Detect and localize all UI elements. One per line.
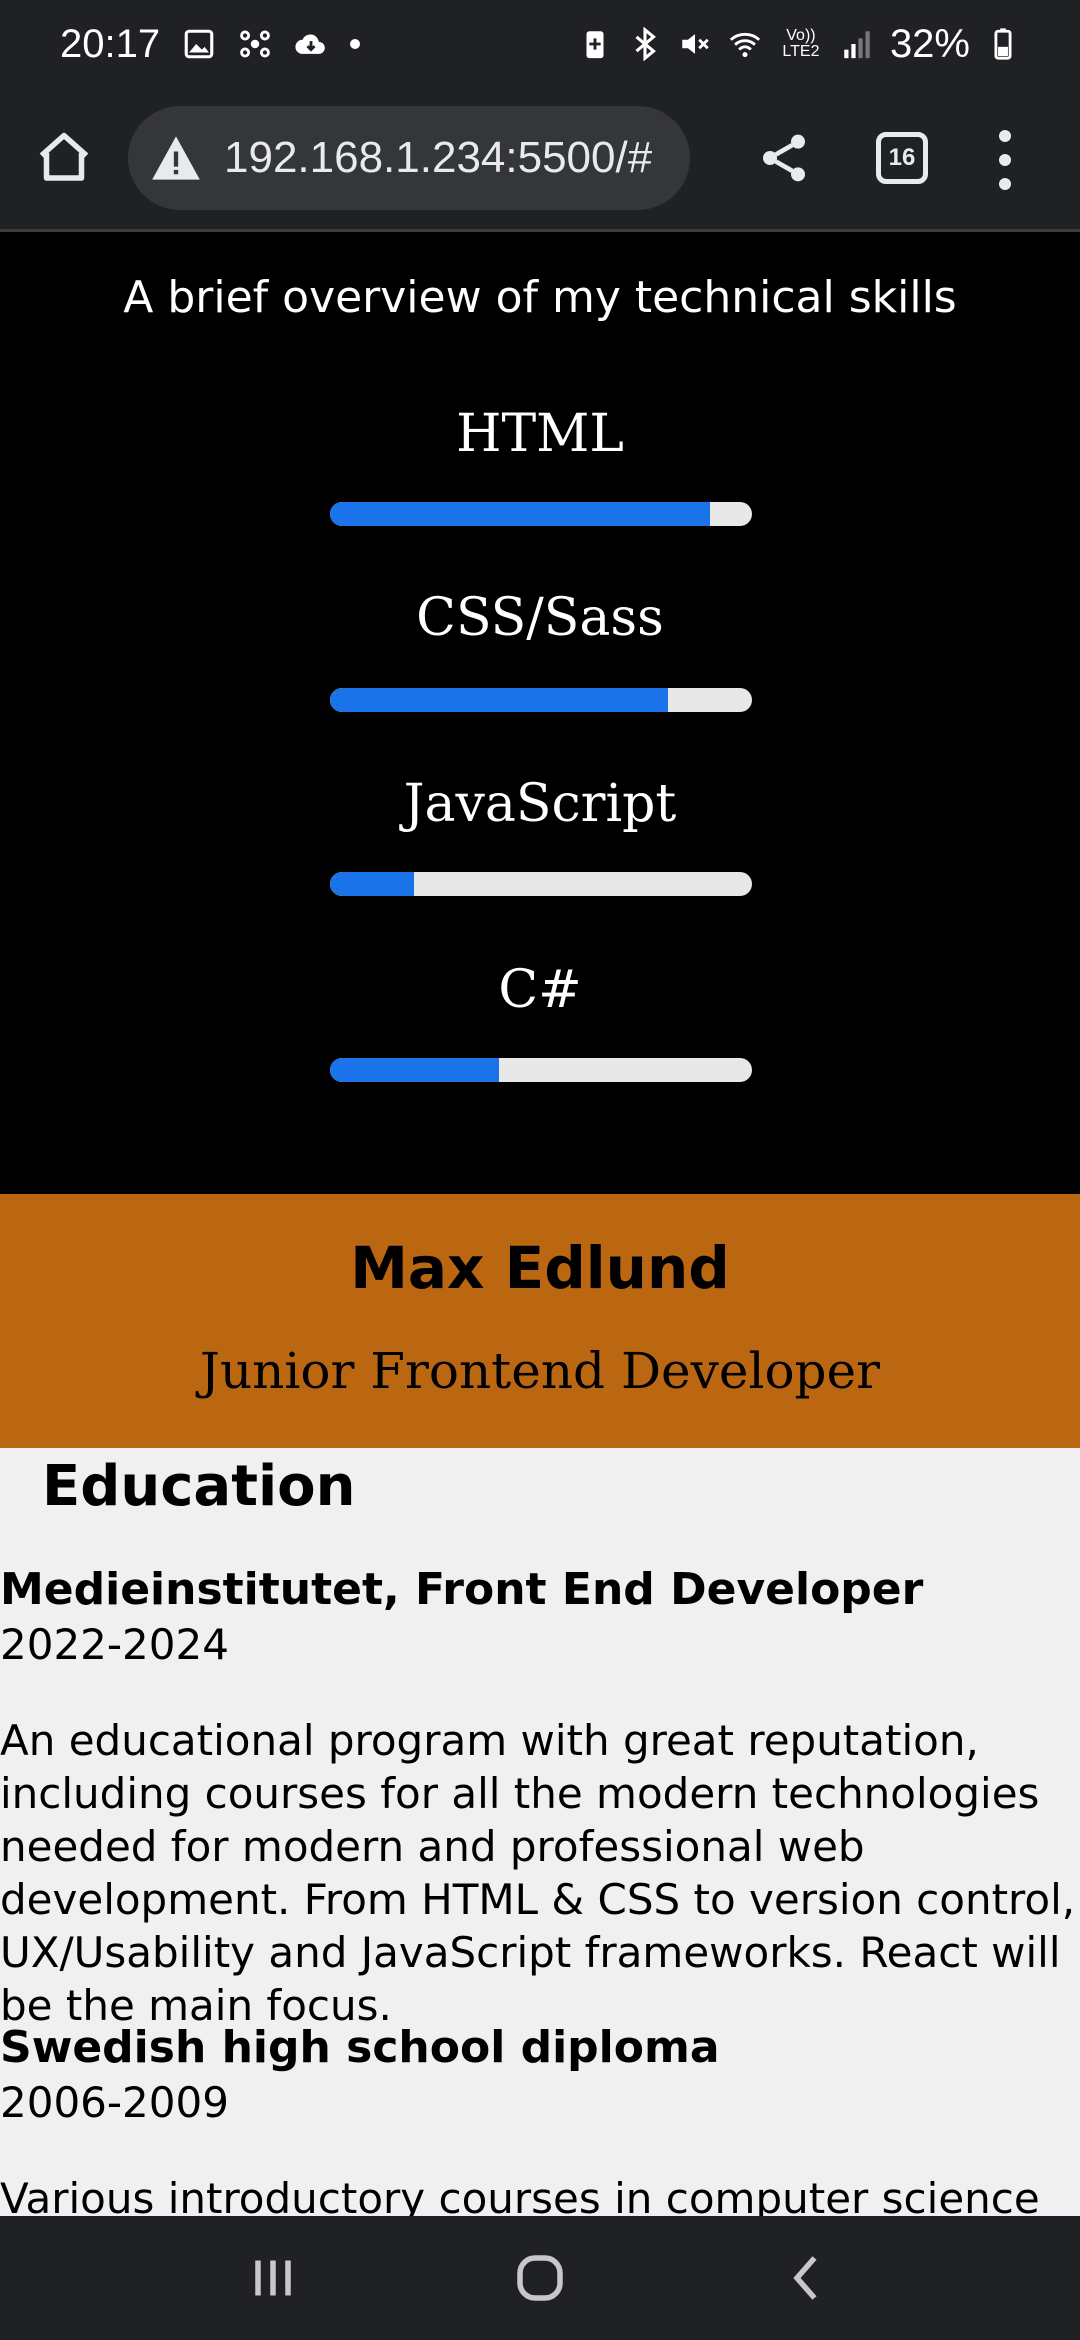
home-nav-icon[interactable] — [510, 2248, 570, 2308]
mute-icon — [682, 34, 709, 54]
app-icon — [240, 30, 270, 58]
battery-saver-icon — [586, 31, 604, 59]
skill-html: HTML — [0, 404, 1080, 464]
skill-html-fill — [330, 502, 710, 526]
network-label: Vo)) LTE2 — [782, 27, 820, 60]
battery-icon — [994, 28, 1012, 60]
battery-percent: 32% — [889, 21, 970, 66]
system-navbar — [0, 2216, 1080, 2340]
status-left: 20:17 — [60, 21, 361, 67]
skill-javascript: JavaScript — [0, 774, 1080, 834]
menu-icon[interactable] — [990, 130, 1020, 190]
profile-header: Max Edlund Junior Frontend Developer — [0, 1194, 1080, 1448]
address-bar[interactable]: 192.168.1.234:5500/# — [128, 106, 690, 210]
skill-label: HTML — [456, 404, 624, 464]
wifi-icon — [729, 32, 761, 58]
education-item-title: Medieinstitutet, Front End Developer — [0, 1564, 924, 1615]
education-section: Education Medieinstitutet, Front End Dev… — [0, 1448, 1080, 2216]
skill-css: CSS/Sass — [0, 588, 1080, 648]
browser-toolbar: 192.168.1.234:5500/# 16 — [0, 88, 1080, 232]
status-right: Vo)) LTE2 32% — [578, 22, 1020, 67]
skill-html-bar — [330, 502, 752, 526]
back-icon[interactable] — [777, 2248, 837, 2308]
education-item-description: Various introductory courses in computer… — [0, 2174, 1040, 2216]
education-title: Education — [42, 1454, 356, 1519]
education-item-years: 2006-2009 — [0, 2078, 229, 2127]
skills-intro: A brief overview of my technical skills — [123, 272, 957, 323]
signal-icon — [844, 31, 870, 59]
skill-csharp-bar — [330, 1058, 752, 1082]
status-time: 20:17 — [60, 21, 161, 66]
notification-dot — [350, 39, 361, 49]
skill-label: C# — [498, 960, 582, 1020]
warning-icon[interactable] — [150, 134, 202, 182]
skill-csharp-fill — [330, 1058, 499, 1082]
skill-javascript-fill — [330, 872, 415, 896]
status-bar: 20:17 Vo)) LTE2 32% — [0, 0, 1080, 88]
tab-count: 16 — [888, 144, 916, 171]
bluetooth-icon — [635, 27, 656, 61]
skill-csharp: C# — [0, 960, 1080, 1020]
cloud-icon — [295, 34, 325, 54]
skill-label: JavaScript — [403, 774, 677, 834]
skill-label: CSS/Sass — [416, 588, 664, 648]
education-item-title: Swedish high school diploma — [0, 2022, 720, 2073]
recents-icon[interactable] — [243, 2248, 303, 2308]
tabs-icon[interactable]: 16 — [876, 132, 928, 184]
share-icon[interactable] — [756, 128, 812, 188]
education-item-years: 2022-2024 — [0, 1620, 229, 1669]
profile-name: Max Edlund — [350, 1234, 730, 1302]
image-icon — [184, 29, 214, 59]
skill-css-fill — [330, 688, 668, 712]
skills-section: A brief overview of my technical skills … — [0, 232, 1080, 1194]
profile-role: Junior Frontend Developer — [199, 1342, 881, 1400]
skill-css-bar — [330, 688, 752, 712]
skill-javascript-bar — [330, 872, 752, 896]
education-item-description: An educational program with great reputa… — [0, 1716, 1076, 2030]
url-text[interactable]: 192.168.1.234:5500/# — [224, 133, 652, 183]
home-icon[interactable] — [34, 128, 94, 188]
